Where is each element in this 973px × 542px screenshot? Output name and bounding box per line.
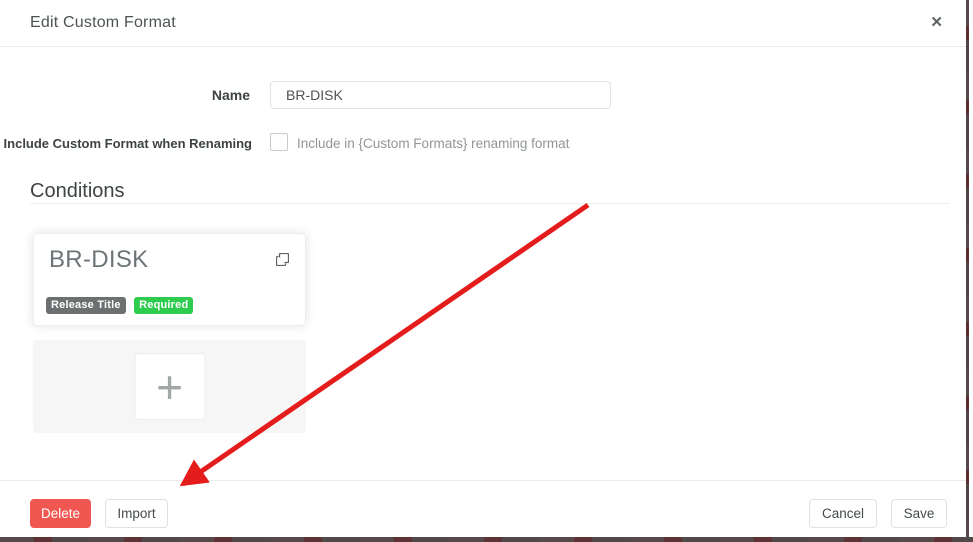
close-icon[interactable]: ✕ [930, 13, 943, 31]
include-renaming-help: Include in {Custom Formats} renaming for… [297, 136, 569, 151]
conditions-divider [30, 203, 950, 204]
clone-icon[interactable] [276, 253, 289, 266]
delete-button[interactable]: Delete [30, 499, 91, 528]
import-button[interactable]: Import [105, 499, 168, 528]
include-renaming-checkbox[interactable] [270, 133, 288, 151]
backdrop-edge-right [966, 0, 969, 542]
backdrop-edge-bottom [0, 537, 973, 542]
include-renaming-label: Include Custom Format when Renaming [0, 136, 252, 151]
plus-icon: + [156, 364, 183, 410]
tag-required: Required [134, 297, 193, 314]
cancel-button[interactable]: Cancel [809, 499, 877, 528]
name-label: Name [0, 87, 250, 103]
condition-card[interactable]: BR-DISK Release Title Required [33, 233, 306, 326]
add-condition-button[interactable]: + [134, 353, 205, 420]
modal-header: Edit Custom Format ✕ [0, 0, 966, 47]
condition-card-title: BR-DISK [49, 246, 148, 274]
page-title: Edit Custom Format [30, 14, 176, 32]
save-button[interactable]: Save [891, 499, 947, 528]
tag-release-title: Release Title [46, 297, 126, 314]
footer-divider [0, 480, 966, 481]
conditions-heading: Conditions [30, 180, 125, 203]
condition-tags: Release Title Required [46, 295, 197, 314]
add-condition-card: + [33, 340, 306, 433]
name-input[interactable] [270, 81, 611, 109]
